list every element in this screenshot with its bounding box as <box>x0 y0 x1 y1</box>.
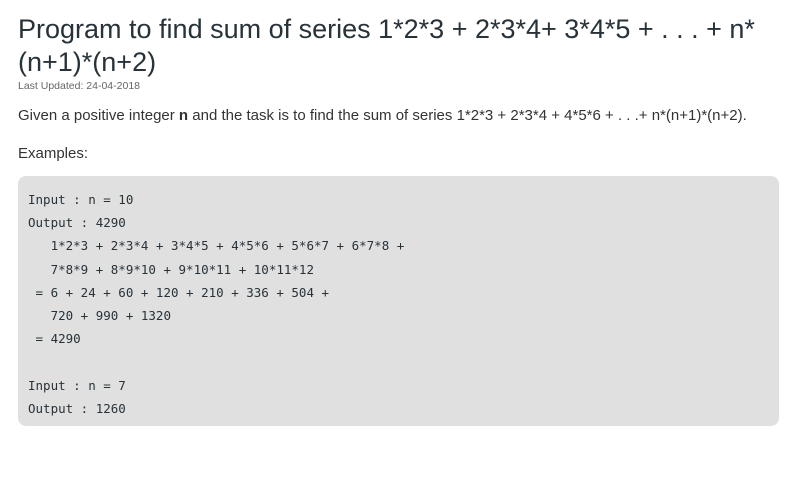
article: Program to find sum of series 1*2*3 + 2*… <box>0 13 802 426</box>
problem-description: Given a positive integer n and the task … <box>18 101 784 130</box>
page-title: Program to find sum of series 1*2*3 + 2*… <box>18 14 755 77</box>
description-text: Given a positive integer <box>18 107 179 124</box>
description-text-cont: and the task is to find the sum of serie… <box>188 107 747 124</box>
example-code-block: Input : n = 10 Output : 4290 1*2*3 + 2*3… <box>18 176 779 426</box>
examples-label: Examples: <box>18 145 89 162</box>
variable-n: n <box>178 107 189 124</box>
last-updated: Last Updated: 24-04-2018 <box>18 80 141 92</box>
